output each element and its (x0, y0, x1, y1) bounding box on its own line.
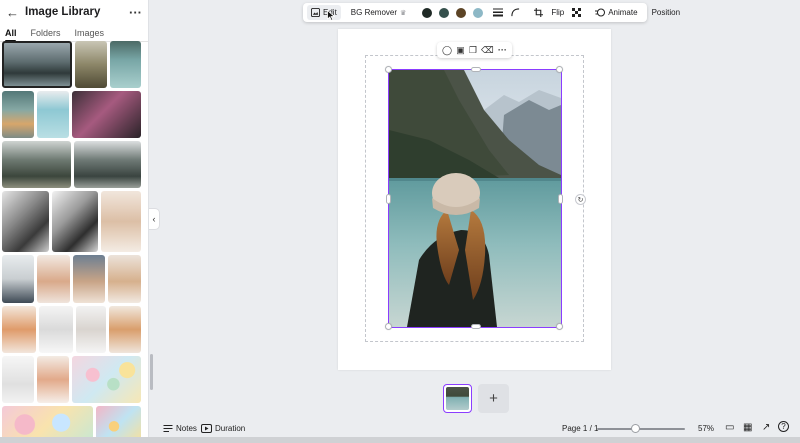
image-edit-icon (311, 8, 320, 17)
tab-images[interactable]: Images (75, 28, 105, 38)
element-quick-actions: ◯ ▣ ❐ ⌫ ··· (437, 42, 512, 58)
notes-label: Notes (176, 424, 197, 433)
play-icon (201, 424, 212, 433)
image-thumbnail[interactable] (73, 255, 105, 303)
comment-icon[interactable]: ◯ (442, 45, 452, 56)
resize-handle-top[interactable] (471, 67, 481, 72)
image-thumbnail[interactable] (76, 306, 106, 353)
fullscreen-icon[interactable]: ↗ (762, 422, 770, 433)
image-thumbnail[interactable] (37, 356, 69, 403)
resize-handle-bottom[interactable] (471, 324, 481, 329)
position-label: Position (651, 8, 681, 17)
image-thumbnail[interactable] (39, 306, 73, 353)
flip-label: Flip (551, 8, 565, 17)
lake-photo-illustration (389, 70, 561, 327)
grid-view-icon[interactable]: ▦ (743, 422, 752, 433)
image-grid (0, 40, 148, 443)
animate-label: Animate (608, 8, 638, 17)
resize-handle-bottom-right[interactable] (556, 323, 563, 330)
image-thumbnail[interactable] (74, 141, 141, 188)
panel-title: Image Library (25, 6, 101, 18)
notes-button[interactable]: Notes (163, 424, 197, 433)
image-library-panel: ← Image Library ··· All Folders Images (0, 0, 149, 443)
flip-button[interactable]: Flip (547, 5, 568, 20)
more-options-icon[interactable]: ··· (129, 5, 142, 20)
crop-button[interactable] (530, 5, 547, 20)
rotate-handle-icon[interactable]: ↻ (575, 194, 586, 205)
image-thumbnail[interactable] (2, 255, 34, 303)
selected-photo[interactable] (389, 70, 561, 327)
image-thumbnail[interactable] (2, 91, 34, 138)
bg-remover-label: BG Remover (350, 8, 398, 17)
window-bottom-bar (0, 437, 800, 443)
image-thumbnail[interactable] (75, 41, 107, 88)
animate-button[interactable]: Animate (591, 5, 641, 20)
resize-handle-bottom-left[interactable] (385, 323, 392, 330)
color-swatch[interactable] (473, 7, 484, 18)
desktop-view-icon[interactable]: ▭ (725, 422, 734, 433)
tab-all[interactable]: All (5, 28, 17, 38)
image-thumbnail[interactable] (109, 306, 141, 353)
panel-scrollbar[interactable] (150, 354, 153, 390)
add-page-button[interactable]: + (478, 384, 509, 413)
zoom-level[interactable]: 57% (698, 424, 714, 433)
mouse-cursor-icon (327, 10, 335, 21)
animate-icon (595, 8, 606, 17)
notes-icon (163, 425, 173, 432)
zoom-slider[interactable] (597, 428, 685, 430)
collapse-panel-chevron-icon[interactable]: ‹ (149, 208, 160, 230)
image-thumbnail[interactable] (52, 191, 98, 252)
crown-icon: ♛ (400, 9, 407, 17)
corner-radius-icon (511, 8, 520, 17)
image-thumbnail[interactable] (37, 255, 70, 303)
help-icon[interactable]: ? (778, 421, 789, 432)
image-thumbnail[interactable] (101, 191, 141, 252)
zoom-slider-handle[interactable] (631, 424, 641, 433)
page-thumbnail-1[interactable] (443, 384, 472, 413)
editor-footer: Notes Duration Page 1 / 1 57% ▭ ▦ ↗ ? (157, 421, 800, 437)
image-thumbnail[interactable] (2, 41, 72, 88)
bg-remover-button[interactable]: BG Remover ♛ (347, 5, 411, 20)
image-toolbar: Edit BG Remover ♛ Flip Animate Position (303, 3, 680, 22)
panel-header: ← Image Library ··· (0, 0, 148, 24)
duplicate-icon[interactable]: ❐ (469, 45, 477, 56)
color-swatch[interactable] (456, 7, 467, 18)
edit-image-button[interactable]: Edit (307, 5, 341, 20)
duration-label: Duration (215, 424, 246, 433)
color-swatches (416, 5, 489, 20)
resize-handle-top-right[interactable] (556, 66, 563, 73)
lock-icon[interactable]: ▣ (456, 45, 465, 56)
color-swatch[interactable] (439, 7, 450, 18)
resize-handle-right[interactable] (558, 194, 563, 204)
image-thumbnail[interactable] (72, 91, 141, 138)
border-style-button[interactable] (489, 5, 507, 20)
corner-rounding-button[interactable] (507, 5, 524, 20)
resize-handle-left[interactable] (386, 194, 391, 204)
page-thumbnail-image (446, 387, 469, 410)
line-weight-icon (493, 8, 504, 17)
crop-icon (534, 8, 544, 17)
image-thumbnail[interactable] (72, 356, 141, 403)
resize-handle-top-left[interactable] (385, 66, 392, 73)
tab-folders[interactable]: Folders (31, 28, 61, 38)
back-arrow-icon[interactable]: ← (6, 6, 19, 19)
image-thumbnail[interactable] (2, 356, 34, 403)
more-options-icon[interactable]: ··· (498, 45, 507, 55)
position-button[interactable]: Position (648, 5, 684, 20)
image-thumbnail[interactable] (2, 141, 71, 188)
image-thumbnail[interactable] (2, 306, 36, 353)
image-thumbnail[interactable] (108, 255, 141, 303)
image-thumbnail[interactable] (2, 191, 49, 252)
image-thumbnail[interactable] (37, 91, 69, 138)
color-swatch[interactable] (422, 7, 433, 18)
transparency-icon (572, 8, 582, 17)
duration-button[interactable]: Duration (201, 424, 245, 433)
page-indicator[interactable]: Page 1 / 1 (562, 424, 598, 433)
image-thumbnail[interactable] (110, 41, 141, 88)
trash-icon[interactable]: ⌫ (481, 45, 494, 56)
transparency-button[interactable] (568, 5, 585, 20)
